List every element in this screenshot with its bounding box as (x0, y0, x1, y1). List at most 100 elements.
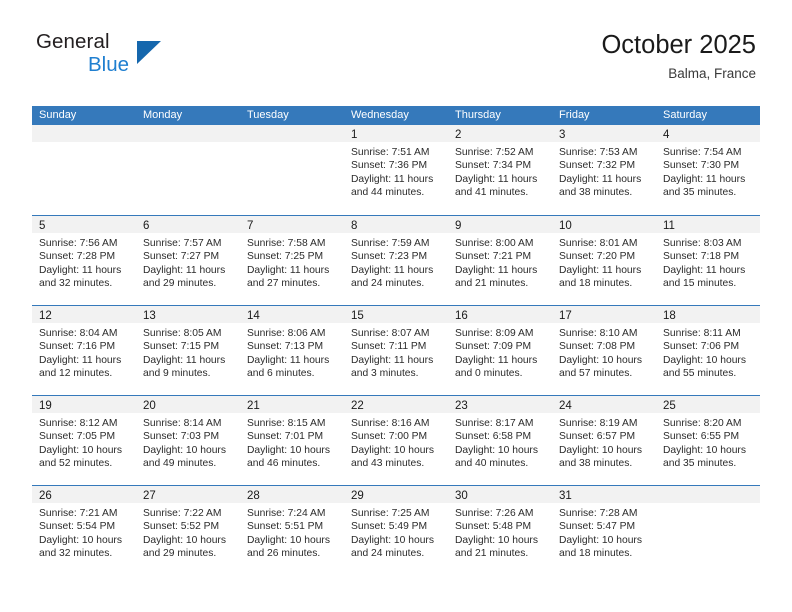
calendar-day-cell[interactable]: 6 Sunrise: 7:57 AM Sunset: 7:27 PM Daylight… (136, 216, 240, 305)
calendar-day-cell[interactable]: 9 Sunrise: 8:00 AM Sunset: 7:21 PM Daylight… (448, 216, 552, 305)
calendar-day-cell[interactable]: 18 Sunrise: 8:11 AM Sunset: 7:06 PM Dayligh… (656, 306, 760, 395)
daylight-duration-line2: and 44 minutes. (351, 187, 425, 199)
day-number: 7 (247, 220, 254, 232)
day-number: 29 (351, 490, 364, 502)
day-number-bar: 31 (552, 486, 656, 503)
daylight-duration-line2: and 55 minutes. (663, 368, 737, 380)
sunrise-time: Sunrise: 8:14 AM (143, 418, 222, 429)
calendar-day-cell[interactable]: 24 Sunrise: 8:19 AM Sunset: 6:57 PM Dayligh… (552, 396, 656, 485)
sunset-time: Sunset: 7:08 PM (559, 341, 636, 353)
calendar-week-row: 12 Sunrise: 8:04 AM Sunset: 7:16 PM Dayligh… (32, 305, 760, 395)
sunset-time: Sunset: 7:30 PM (663, 160, 740, 172)
calendar-day-cell[interactable]: 13 Sunrise: 8:05 AM Sunset: 7:15 PM Dayligh… (136, 306, 240, 395)
day-number: 12 (39, 310, 52, 322)
day-number: 2 (455, 129, 462, 141)
day-number-bar: 16 (448, 306, 552, 323)
daylight-duration-line1: Daylight: 10 hours (143, 444, 226, 456)
calendar-day-cell[interactable]: 22 Sunrise: 8:16 AM Sunset: 7:00 PM Dayligh… (344, 396, 448, 485)
calendar-day-cell[interactable]: 8 Sunrise: 7:59 AM Sunset: 7:23 PM Daylight… (344, 216, 448, 305)
day-details: Sunrise: 7:51 AM Sunset: 7:36 PM Daylight:… (344, 142, 448, 200)
daylight-duration-line1: Daylight: 11 hours (351, 264, 434, 276)
day-number: 1 (351, 129, 358, 141)
sunset-time: Sunset: 6:57 PM (559, 431, 636, 443)
day-details: Sunrise: 8:01 AM Sunset: 7:20 PM Daylight:… (552, 233, 656, 291)
day-number-bar (136, 125, 240, 142)
day-number: 23 (455, 400, 468, 412)
sunrise-time: Sunrise: 7:21 AM (39, 508, 118, 519)
daylight-duration-line1: Daylight: 11 hours (455, 354, 538, 366)
calendar-day-cell[interactable]: 31 Sunrise: 7:28 AM Sunset: 5:47 PM Dayligh… (552, 486, 656, 575)
daylight-duration-line1: Daylight: 11 hours (247, 354, 330, 366)
sunset-time: Sunset: 7:16 PM (39, 341, 116, 353)
calendar-day-cell[interactable]: 10 Sunrise: 8:01 AM Sunset: 7:20 PM Dayligh… (552, 216, 656, 305)
sunrise-time: Sunrise: 7:59 AM (351, 238, 430, 249)
calendar-day-cell[interactable]: 20 Sunrise: 8:14 AM Sunset: 7:03 PM Dayligh… (136, 396, 240, 485)
daylight-duration-line1: Daylight: 11 hours (143, 354, 226, 366)
day-number: 5 (39, 220, 46, 232)
daylight-duration-line2: and 24 minutes. (351, 278, 425, 290)
calendar-day-cell[interactable]: 26 Sunrise: 7:21 AM Sunset: 5:54 PM Dayligh… (32, 486, 136, 575)
calendar-day-cell[interactable]: 27 Sunrise: 7:22 AM Sunset: 5:52 PM Dayligh… (136, 486, 240, 575)
daylight-duration-line2: and 3 minutes. (351, 368, 419, 380)
calendar-day-cell[interactable]: 2 Sunrise: 7:52 AM Sunset: 7:34 PM Daylight… (448, 125, 552, 215)
daylight-duration-line1: Daylight: 11 hours (559, 264, 642, 276)
sunset-time: Sunset: 5:49 PM (351, 521, 428, 533)
day-details: Sunrise: 8:04 AM Sunset: 7:16 PM Daylight:… (32, 323, 136, 381)
calendar-day-cell[interactable]: 30 Sunrise: 7:26 AM Sunset: 5:48 PM Dayligh… (448, 486, 552, 575)
calendar-day-cell[interactable]: 29 Sunrise: 7:25 AM Sunset: 5:49 PM Dayligh… (344, 486, 448, 575)
page-title: October 2025 (601, 31, 756, 59)
sunset-time: Sunset: 7:32 PM (559, 160, 636, 172)
day-number-bar: 17 (552, 306, 656, 323)
calendar-day-cell[interactable]: 7 Sunrise: 7:58 AM Sunset: 7:25 PM Daylight… (240, 216, 344, 305)
daylight-duration-line1: Daylight: 11 hours (247, 264, 330, 276)
day-details: Sunrise: 7:28 AM Sunset: 5:47 PM Daylight:… (552, 503, 656, 561)
sunset-time: Sunset: 7:11 PM (351, 341, 427, 353)
sunrise-time: Sunrise: 8:09 AM (455, 328, 534, 339)
calendar-day-cell[interactable]: 23 Sunrise: 8:17 AM Sunset: 6:58 PM Dayligh… (448, 396, 552, 485)
calendar-week-row: 26 Sunrise: 7:21 AM Sunset: 5:54 PM Dayligh… (32, 485, 760, 575)
sunrise-time: Sunrise: 7:52 AM (455, 147, 534, 158)
calendar-day-cell[interactable]: 14 Sunrise: 8:06 AM Sunset: 7:13 PM Dayligh… (240, 306, 344, 395)
calendar-day-cell[interactable]: 11 Sunrise: 8:03 AM Sunset: 7:18 PM Dayligh… (656, 216, 760, 305)
sunrise-time: Sunrise: 7:24 AM (247, 508, 326, 519)
day-number: 31 (559, 490, 572, 502)
calendar-day-cell[interactable]: 4 Sunrise: 7:54 AM Sunset: 7:30 PM Daylight… (656, 125, 760, 215)
sunrise-time: Sunrise: 8:03 AM (663, 238, 742, 249)
calendar-day-cell[interactable]: 1 Sunrise: 7:51 AM Sunset: 7:36 PM Daylight… (344, 125, 448, 215)
calendar-day-cell[interactable]: 3 Sunrise: 7:53 AM Sunset: 7:32 PM Daylight… (552, 125, 656, 215)
day-details: Sunrise: 8:11 AM Sunset: 7:06 PM Daylight:… (656, 323, 760, 381)
day-number: 13 (143, 310, 156, 322)
daylight-duration-line1: Daylight: 10 hours (39, 534, 122, 546)
calendar-day-cell[interactable]: 16 Sunrise: 8:09 AM Sunset: 7:09 PM Dayligh… (448, 306, 552, 395)
day-number: 10 (559, 220, 572, 232)
calendar-day-cell[interactable]: 5 Sunrise: 7:56 AM Sunset: 7:28 PM Daylight… (32, 216, 136, 305)
sunset-time: Sunset: 5:47 PM (559, 521, 636, 533)
daylight-duration-line1: Daylight: 10 hours (663, 444, 746, 456)
daylight-duration-line1: Daylight: 10 hours (247, 534, 330, 546)
title-block: October 2025 Balma, France (601, 30, 756, 84)
calendar-day-cell[interactable]: 17 Sunrise: 8:10 AM Sunset: 7:08 PM Dayligh… (552, 306, 656, 395)
daylight-duration-line2: and 35 minutes. (663, 458, 737, 470)
triangle-logo-icon (137, 41, 161, 64)
day-details: Sunrise: 7:25 AM Sunset: 5:49 PM Daylight:… (344, 503, 448, 561)
brand-logo[interactable]: General Blue (36, 30, 276, 86)
calendar-day-cell[interactable]: 12 Sunrise: 8:04 AM Sunset: 7:16 PM Dayligh… (32, 306, 136, 395)
calendar-day-cell[interactable]: 25 Sunrise: 8:20 AM Sunset: 6:55 PM Dayligh… (656, 396, 760, 485)
calendar-day-cell[interactable]: 19 Sunrise: 8:12 AM Sunset: 7:05 PM Dayligh… (32, 396, 136, 485)
daylight-duration-line2: and 18 minutes. (559, 548, 633, 560)
day-details: Sunrise: 8:06 AM Sunset: 7:13 PM Daylight:… (240, 323, 344, 381)
day-of-week-header-row: Sunday Monday Tuesday Wednesday Thursday… (32, 106, 760, 125)
calendar-day-cell[interactable]: 21 Sunrise: 8:15 AM Sunset: 7:01 PM Dayligh… (240, 396, 344, 485)
day-details: Sunrise: 8:14 AM Sunset: 7:03 PM Daylight:… (136, 413, 240, 471)
calendar-day-cell[interactable]: 28 Sunrise: 7:24 AM Sunset: 5:51 PM Dayligh… (240, 486, 344, 575)
calendar-day-cell[interactable]: 15 Sunrise: 8:07 AM Sunset: 7:11 PM Dayligh… (344, 306, 448, 395)
day-number: 21 (247, 400, 260, 412)
sunset-time: Sunset: 7:09 PM (455, 341, 532, 353)
sunrise-time: Sunrise: 7:28 AM (559, 508, 638, 519)
day-number: 6 (143, 220, 150, 232)
sunset-time: Sunset: 5:52 PM (143, 521, 220, 533)
sunset-time: Sunset: 5:51 PM (247, 521, 324, 533)
day-number-bar: 6 (136, 216, 240, 233)
sunrise-time: Sunrise: 7:22 AM (143, 508, 222, 519)
day-number-bar: 4 (656, 125, 760, 142)
